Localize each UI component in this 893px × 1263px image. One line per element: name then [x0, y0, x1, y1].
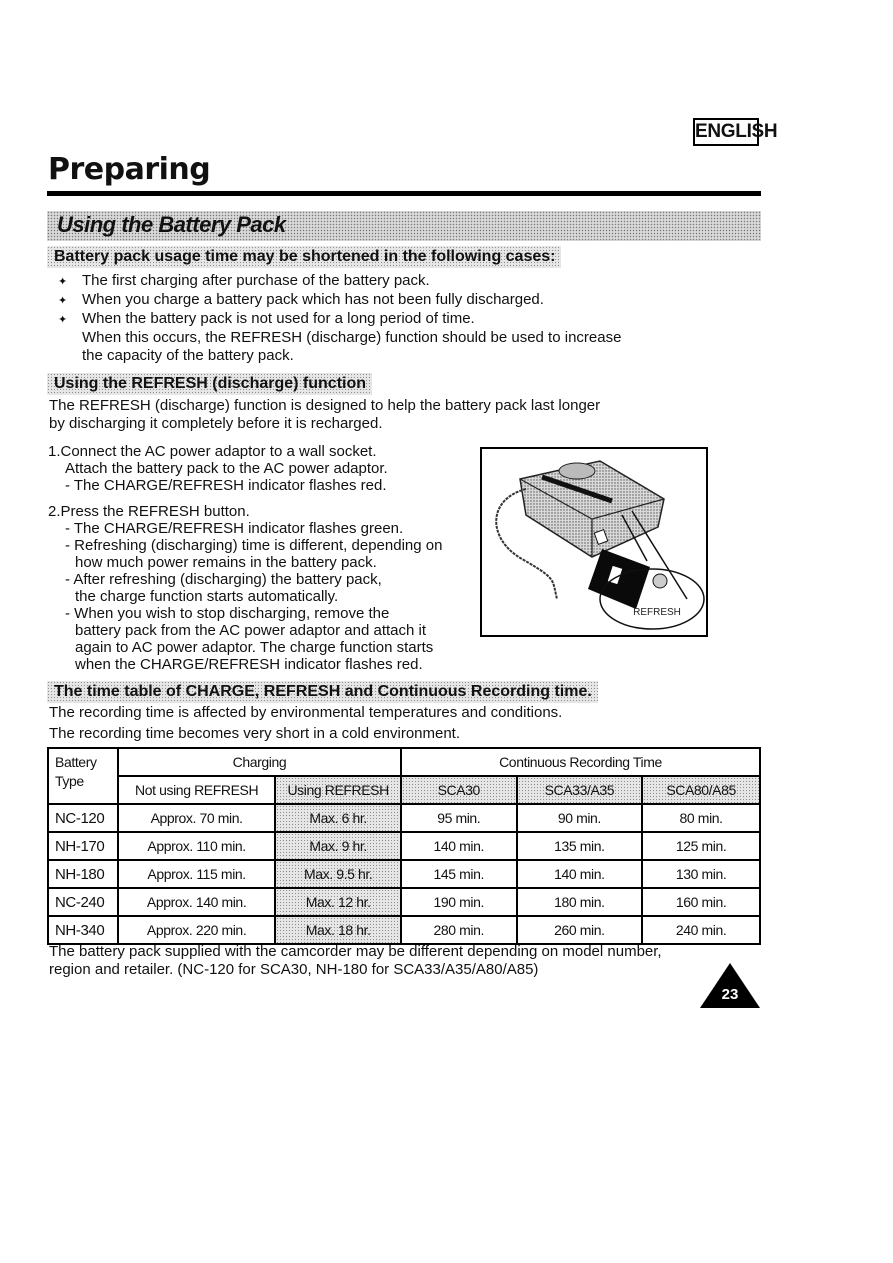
title-divider	[47, 191, 761, 196]
bullet-icon: ✦	[58, 314, 68, 326]
table-subheader-row: Not using REFRESH Using REFRESH SCA30 SC…	[48, 775, 761, 805]
timetable-heading: The time table of CHARGE, REFRESH and Co…	[47, 681, 598, 703]
usage-heading: Battery pack usage time may be shortened…	[47, 246, 562, 268]
battery-charger-illustration: REFRESH	[480, 447, 708, 637]
refresh-heading: Using the REFRESH (discharge) function	[47, 373, 373, 395]
charger-drawing-icon: REFRESH	[495, 460, 705, 630]
table-row: NC-240 Approx. 140 min. Max. 12 hr. 190 …	[47, 887, 761, 917]
page-title: Preparing	[48, 152, 211, 187]
table-row: NC-120 Approx. 70 min. Max. 6 hr. 95 min…	[47, 803, 761, 833]
refresh-steps: 1.Connect the AC power adaptor to a wall…	[48, 443, 442, 682]
language-badge: ENGLISH	[693, 118, 778, 146]
recording-header: Continuous Recording Time	[399, 747, 762, 777]
charging-header: Charging	[116, 747, 402, 777]
timetable-note: The recording time is affected by enviro…	[49, 704, 563, 721]
list-continuation: When this occurs, the REFRESH (discharge…	[82, 329, 622, 346]
usage-bullet-list: ✦ The first charging after purchase of th…	[58, 272, 621, 365]
table-row: NH-170 Approx. 110 min. Max. 9 hr. 140 m…	[47, 831, 761, 861]
list-item: ✦ When you charge a battery pack which ha…	[58, 291, 544, 308]
subheader-using-refresh: Using REFRESH	[274, 775, 402, 805]
page-number: 23	[721, 986, 739, 1003]
list-continuation: the capacity of the battery pack.	[82, 347, 294, 364]
section-title: Using the Battery Pack	[57, 212, 286, 237]
footnote: The battery pack supplied with the camco…	[49, 943, 662, 978]
bullet-icon: ✦	[58, 276, 68, 288]
subheader-not-using-refresh: Not using REFRESH	[116, 775, 277, 805]
table-row: NH-180 Approx. 115 min. Max. 9.5 hr. 145…	[47, 859, 761, 889]
battery-type-header: Battery Type	[47, 747, 119, 805]
figure-refresh-label: REFRESH	[633, 607, 681, 618]
subheader-sca80-a85: SCA80/A85	[641, 775, 761, 805]
table-row: NH-340 Approx. 220 min. Max. 18 hr. 280 …	[47, 915, 761, 945]
subheader-sca30: SCA30	[399, 775, 518, 805]
list-item: ✦ The first charging after purchase of th…	[58, 272, 430, 289]
section-banner: Using the Battery Pack	[47, 211, 761, 241]
list-item: ✦ When the battery pack is not used for a…	[58, 310, 475, 327]
table-header-row: Battery Type Charging Continuous Recordi…	[47, 747, 762, 805]
subheader-sca33-a35: SCA33/A35	[515, 775, 644, 805]
page-number-badge: 23	[700, 963, 760, 1008]
step-2: 2.Press the REFRESH button. - The CHARGE…	[48, 503, 443, 673]
step-1: 1.Connect the AC power adaptor to a wall…	[48, 443, 388, 494]
charge-recording-time-table: Battery Type Charging Continuous Recordi…	[47, 747, 762, 945]
refresh-intro-line: The REFRESH (discharge) function is desi…	[49, 397, 601, 414]
bullet-icon: ✦	[58, 295, 68, 307]
timetable-note: The recording time becomes very short in…	[49, 725, 461, 742]
refresh-intro-line: by discharging it completely before it i…	[49, 415, 383, 432]
